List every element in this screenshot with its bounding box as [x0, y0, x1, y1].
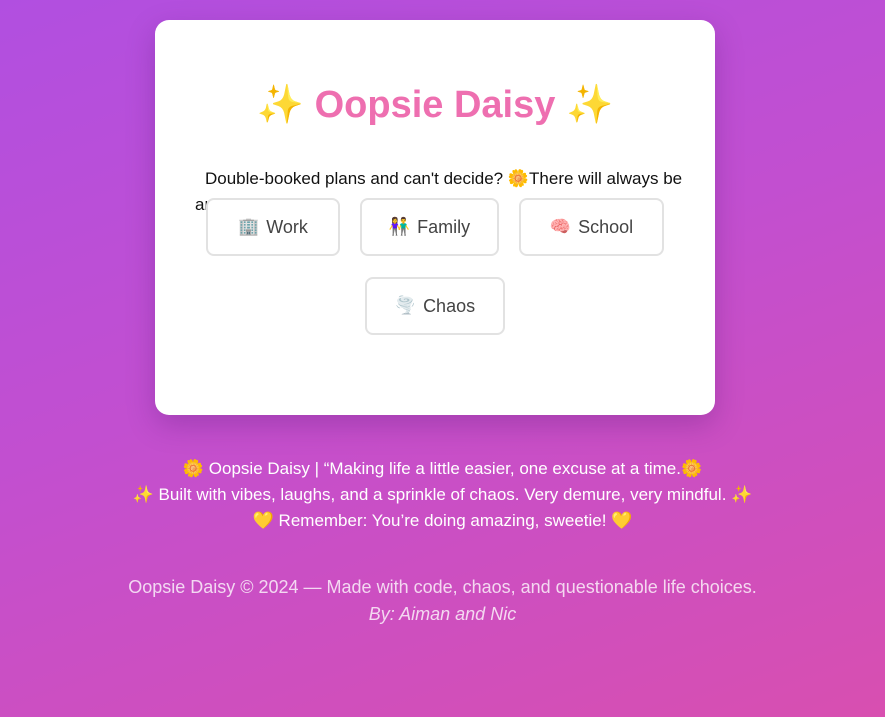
office-building-icon: 🏢 — [238, 217, 260, 236]
sparkle-icon: ✨ — [565, 84, 614, 126]
work-button-label: Work — [266, 216, 308, 237]
sparkle-icon: ✨ — [256, 84, 305, 126]
author-byline: By: Aiman and Nic — [368, 604, 517, 624]
yellow-heart-icon: 💛 — [252, 511, 274, 530]
chaos-button[interactable]: 🌪️ Chaos — [365, 277, 505, 335]
yellow-heart-icon: 💛 — [611, 511, 633, 530]
brain-icon: 🧠 — [549, 217, 572, 236]
footer-encouragement-text: Remember: You’re doing amazing, sweetie! — [278, 511, 607, 530]
footer-encouragement: 💛 Remember: You’re doing amazing, sweeti… — [0, 508, 885, 534]
footer-vibes: ✨ Built with vibes, laughs, and a sprink… — [0, 482, 885, 508]
sparkle-icon: ✨ — [132, 485, 154, 504]
family-button-label: Family — [417, 216, 471, 237]
school-button-label: School — [578, 216, 634, 237]
family-button[interactable]: 👫 Family — [360, 198, 499, 256]
daisy-icon: 🌼 — [680, 459, 703, 478]
app-title: ✨ Oopsie Daisy ✨ — [155, 82, 715, 128]
chaos-button-label: Chaos — [423, 295, 476, 316]
footer-quote-text: Oopsie Daisy | “Making life a little eas… — [208, 459, 681, 478]
tornado-icon: 🌪️ — [394, 296, 417, 315]
tagline-question: Double-booked plans and can't decide? — [205, 169, 504, 188]
family-icon: 👫 — [388, 217, 411, 236]
excuse-card: ✨ Oopsie Daisy ✨ Double-booked plans and… — [155, 20, 715, 415]
sparkle-icon: ✨ — [731, 485, 753, 504]
school-button[interactable]: 🧠 School — [519, 198, 664, 256]
work-button[interactable]: 🏢 Work — [206, 198, 340, 256]
daisy-icon: 🌼 — [182, 459, 205, 478]
daisy-icon: 🌼 — [507, 169, 530, 188]
footer-vibes-text: Built with vibes, laughs, and a sprinkle… — [158, 485, 727, 504]
footer-quote: 🌼 Oopsie Daisy | “Making life a little e… — [0, 456, 885, 482]
copyright-notice: Oopsie Daisy © 2024 — Made with code, ch… — [128, 577, 757, 597]
app-title-text: Oopsie Daisy — [314, 84, 556, 126]
